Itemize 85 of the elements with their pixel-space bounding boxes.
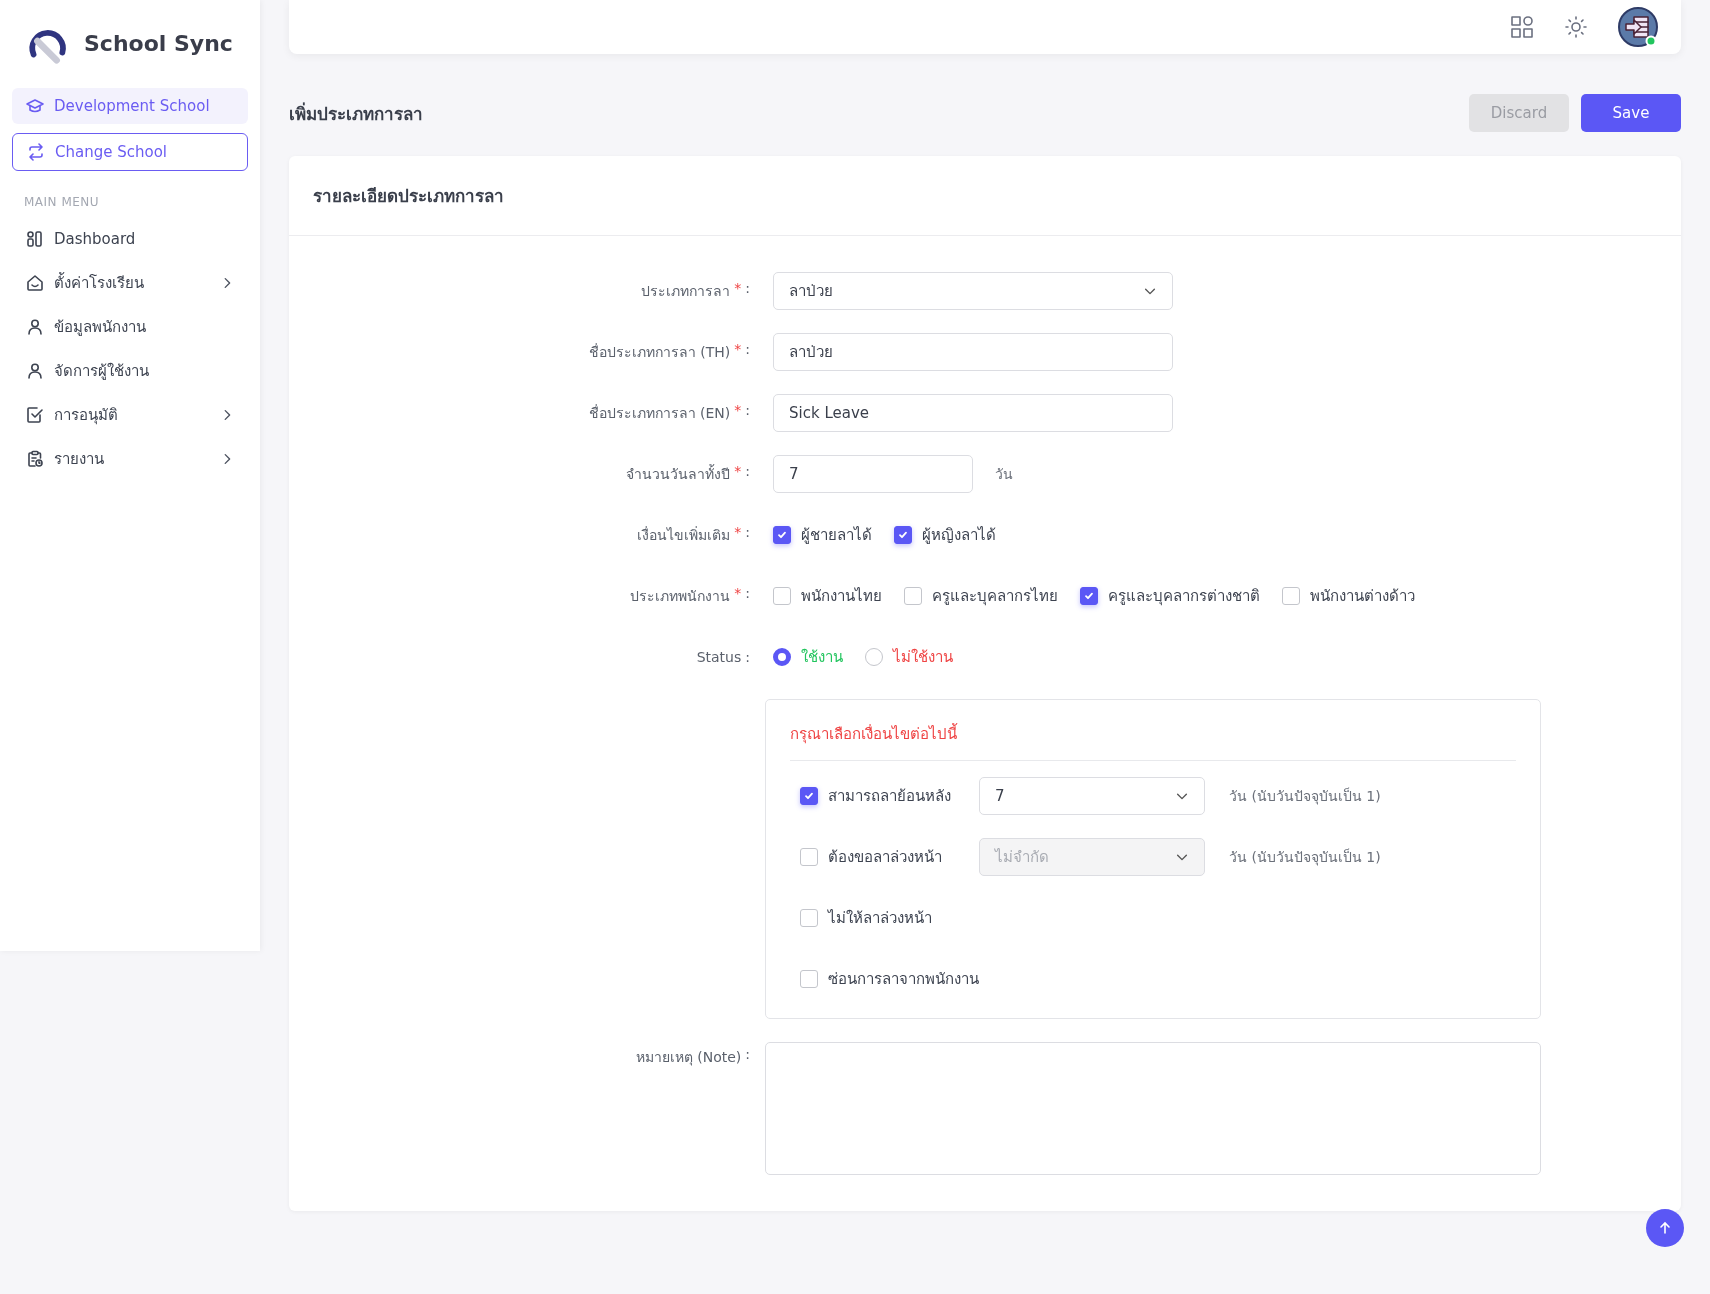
number-field[interactable]: 7	[773, 455, 973, 493]
required-mark: *	[734, 402, 742, 420]
panel-title: กรุณาเลือกเงื่อนไขต่อไปนี้	[790, 722, 1516, 761]
graduation-cap-icon	[26, 97, 44, 115]
field-label: ชื่อประเภทการลา (EN)	[588, 403, 731, 423]
menu-item[interactable]: ตั้งค่าโรงเรียน	[12, 261, 248, 305]
checkbox-label: ต้องขอลาล่วงหน้า	[828, 847, 942, 868]
checkbox[interactable]	[894, 526, 912, 544]
label-colon: :	[745, 463, 750, 481]
checkbox-label: ซ่อนการลาจากพนักงาน	[828, 969, 979, 990]
label-colon: :	[745, 649, 750, 665]
sun-icon	[1564, 15, 1588, 39]
field-label: จำนวนวันลาทั้งปี	[626, 463, 731, 484]
radio-label: ใช้งาน	[801, 647, 843, 668]
house-icon	[26, 274, 44, 292]
swap-arrows-icon	[27, 143, 45, 161]
menu-item[interactable]: Dashboard	[12, 217, 248, 261]
checklist-icon	[26, 406, 44, 424]
menu-item[interactable]: จัดการผู้ใช้งาน	[12, 349, 248, 393]
checkbox[interactable]	[800, 970, 818, 988]
page-title: เพิ่มประเภทการลา	[289, 101, 423, 126]
scroll-to-top-button[interactable]	[1646, 1209, 1684, 1247]
change-school-button[interactable]: Change School	[12, 133, 248, 171]
required-mark: *	[734, 341, 742, 359]
menu-item[interactable]: รายงาน	[12, 437, 248, 481]
checkbox-label: ไม่ให้ลาล่วงหน้า	[828, 908, 932, 929]
school-name: Development School	[12, 88, 248, 124]
field-label: ประเภทการลา	[641, 282, 731, 301]
checkbox[interactable]	[800, 787, 818, 805]
checkbox-label: ผู้หญิงลาได้	[922, 525, 996, 546]
save-button[interactable]: Save	[1581, 94, 1681, 132]
checkbox[interactable]	[904, 587, 922, 605]
apps-grid-icon	[1510, 15, 1534, 39]
field-label: หมายเหตุ (Note)	[635, 1048, 742, 1068]
section-heading: MAIN MENU	[24, 195, 101, 209]
dashboard-icon	[26, 230, 44, 248]
checkmark-icon	[803, 790, 815, 802]
checkbox[interactable]	[773, 587, 791, 605]
menu-item[interactable]: ข้อมูลพนักงาน	[12, 305, 248, 349]
checkbox[interactable]	[1282, 587, 1300, 605]
radio-button[interactable]	[865, 648, 883, 666]
label-colon: :	[745, 280, 750, 298]
unit-label: วัน (นับวันปัจจุบันเป็น 1)	[1229, 786, 1381, 807]
unit-label: วัน (นับวันปัจจุบันเป็น 1)	[1229, 847, 1381, 868]
label-colon: :	[745, 402, 750, 420]
text-field[interactable]: Sick Leave	[773, 394, 1173, 432]
checkbox[interactable]	[773, 526, 791, 544]
app-name: School Sync	[84, 30, 233, 56]
required-mark: *	[734, 524, 742, 542]
required-mark: *	[734, 585, 742, 603]
required-mark: *	[734, 463, 742, 481]
label-colon: :	[745, 1046, 750, 1064]
user-icon	[26, 362, 44, 380]
checkbox[interactable]	[800, 909, 818, 927]
checkbox-label: พนักงานต่างด้าว	[1310, 586, 1415, 607]
user-avatar-icon	[1618, 7, 1658, 47]
label-colon: :	[745, 585, 750, 603]
user-icon	[26, 318, 44, 336]
note-textarea[interactable]	[765, 1042, 1541, 1175]
unit-label: วัน	[995, 465, 1013, 484]
field-label: Status	[696, 649, 742, 665]
radio-button[interactable]	[773, 648, 791, 666]
label-colon: :	[745, 524, 750, 542]
field-label: ประเภทพนักงาน	[630, 587, 731, 606]
checkbox-label: สามารถลาย้อนหลัง	[828, 786, 951, 807]
clipboard-icon	[26, 450, 44, 468]
card-title: รายละเอียดประเภทการลา	[289, 156, 1681, 236]
checkmark-icon	[1083, 590, 1095, 602]
checkbox[interactable]	[1080, 587, 1098, 605]
checkbox-label: ครูและบุคลากรไทย	[932, 586, 1058, 608]
arrow-up-icon	[1657, 1220, 1673, 1236]
checkbox-label: ครูและบุคลากรต่างชาติ	[1108, 586, 1260, 608]
dropdown[interactable]: ลาป่วย	[773, 272, 1173, 310]
text-field[interactable]: ลาป่วย	[773, 333, 1173, 371]
field-label: ชื่อประเภทการลา (TH)	[588, 342, 731, 362]
field-label: เงื่อนไขเพิ่มเติม	[637, 525, 731, 545]
menu-item[interactable]: การอนุมัติ	[12, 393, 248, 437]
label-colon: :	[745, 341, 750, 359]
radio-label: ไม่ใช้งาน	[893, 647, 953, 668]
checkbox-label: ผู้ชายลาได้	[801, 525, 872, 546]
checkmark-icon	[897, 529, 909, 541]
dropdown[interactable]: 7	[979, 777, 1205, 815]
checkmark-icon	[776, 529, 788, 541]
required-mark: *	[734, 280, 742, 298]
checkbox-label: พนักงานไทย	[801, 586, 882, 607]
